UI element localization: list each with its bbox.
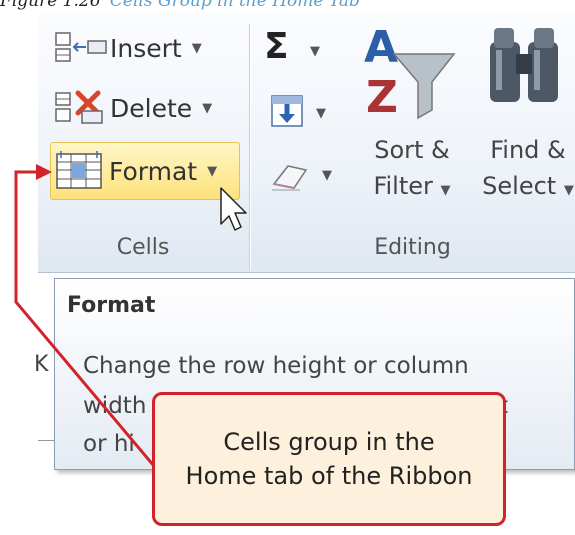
chevron-down-icon: ▼	[202, 100, 213, 116]
svg-text:Z: Z	[366, 72, 398, 123]
ribbon: Insert ▼ Delete ▼ Format ▼ Cells Σ ▼ ▼ ▼…	[38, 14, 575, 273]
sigma-icon: Σ	[264, 26, 289, 67]
find-select-button[interactable]: Find & Select ▼	[478, 20, 575, 230]
callout-box: Cells group in the Home tab of the Ribbo…	[152, 392, 506, 526]
editing-group-label: Editing	[374, 235, 451, 260]
format-button[interactable]: Format ▼	[50, 142, 240, 200]
insert-label: Insert	[110, 33, 182, 63]
figure-caption: Figure 1.26 Cells Group in the Home Tab	[0, 0, 575, 13]
sort-filter-line1: Sort &	[374, 136, 450, 164]
fill-button[interactable]: ▼	[270, 94, 340, 138]
chevron-down-icon: ▼	[440, 183, 451, 198]
cells-group-label: Cells	[116, 235, 170, 260]
sort-filter-button[interactable]: A Z Sort & Filter ▼	[358, 20, 466, 230]
chevron-down-icon: ▼	[316, 106, 326, 121]
autosum-button[interactable]: Σ ▼	[264, 26, 320, 67]
tooltip-title: Format	[67, 293, 156, 318]
chevron-down-icon: ▼	[310, 44, 320, 59]
svg-text:A: A	[364, 22, 398, 73]
clear-button[interactable]: ▼	[270, 156, 340, 200]
tooltip-line-2: width	[83, 393, 147, 419]
chevron-down-icon: ▼	[191, 40, 202, 56]
delete-button[interactable]: Delete ▼	[52, 82, 212, 134]
cells-group: Insert ▼ Delete ▼ Format ▼ Cells	[38, 14, 248, 272]
delete-cells-icon	[52, 87, 110, 129]
worksheet-gridline	[38, 440, 54, 441]
binoculars-icon	[490, 28, 558, 102]
group-separator	[249, 24, 250, 270]
eraser-icon	[272, 165, 308, 191]
format-label: Format	[109, 156, 198, 186]
figure-number: Figure 1.26	[0, 0, 101, 11]
insert-button[interactable]: Insert ▼	[52, 22, 202, 74]
chevron-down-icon: ▼	[322, 168, 332, 183]
tooltip-line-3: or hi	[83, 431, 135, 457]
sort-filter-line2: Filter	[373, 172, 433, 200]
callout-line-2: Home tab of the Ribbon	[185, 462, 473, 490]
callout-line-1: Cells group in the	[223, 428, 435, 456]
insert-cells-icon	[52, 27, 110, 69]
find-select-line1: Find &	[490, 136, 566, 164]
fill-down-icon	[271, 95, 303, 127]
sort-filter-icon: A Z	[364, 22, 456, 123]
find-select-line2: Select	[482, 172, 557, 200]
chevron-down-icon: ▼	[207, 163, 218, 179]
tooltip-line-1: Change the row height or column	[83, 353, 469, 379]
delete-label: Delete	[110, 93, 193, 123]
figure-title: Cells Group in the Home Tab	[109, 0, 360, 11]
chevron-down-icon: ▼	[563, 183, 574, 198]
format-cells-icon	[51, 150, 109, 192]
worksheet-fragment: K	[34, 352, 49, 377]
